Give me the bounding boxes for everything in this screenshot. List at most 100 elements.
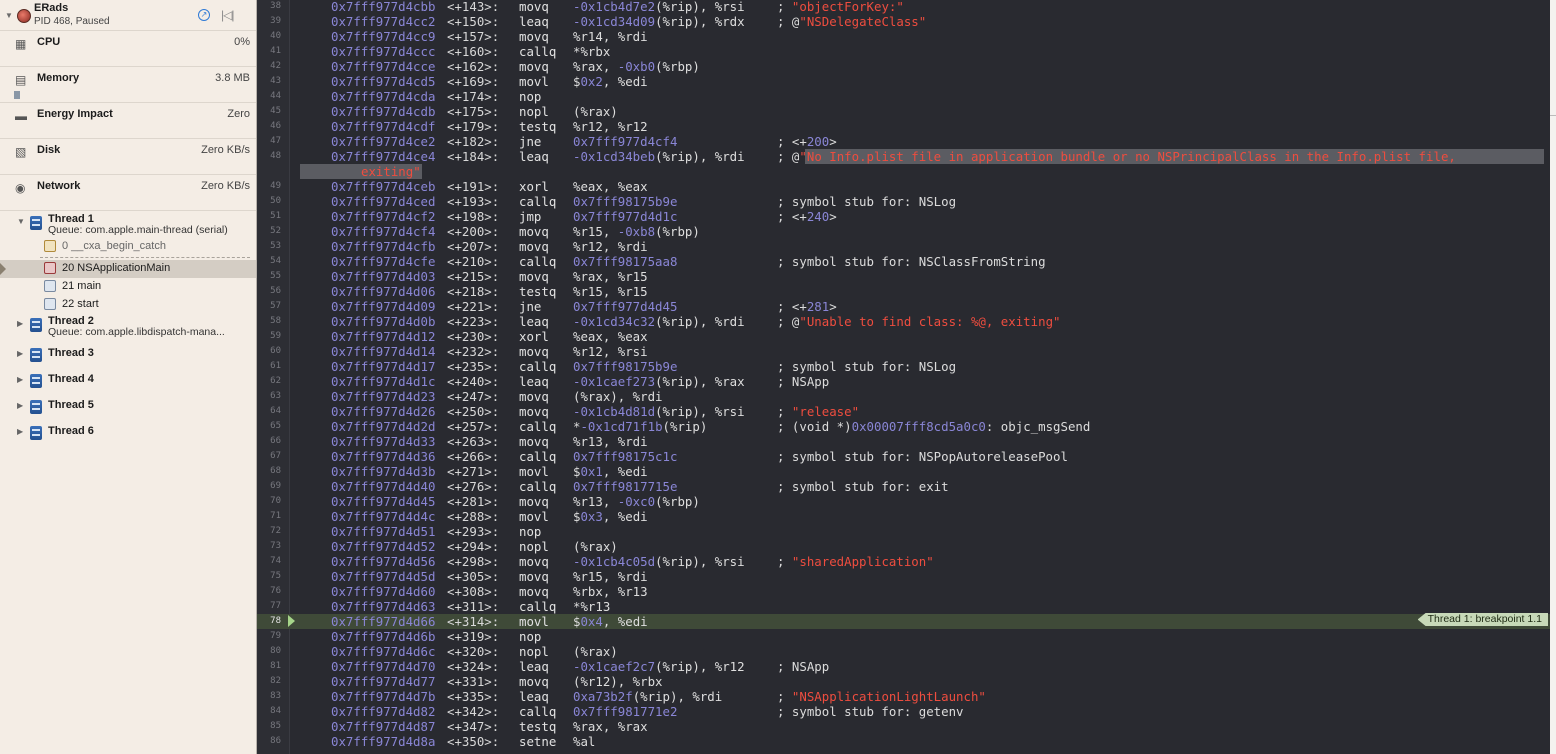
thread-2[interactable]: ▶ Thread 2 Queue: com.apple.libdispatch-… xyxy=(0,314,256,340)
asm-line[interactable]: 79 0x7fff977d4d6b <+319>: nop xyxy=(257,629,1556,644)
asm-line[interactable]: 59 0x7fff977d4d12 <+230>: xorl %eax, %eax xyxy=(257,329,1556,344)
instruction-offset: <+179>: xyxy=(447,119,500,134)
instruction-operands: %rax, %rax xyxy=(573,719,648,734)
split-view-icon[interactable]: |◁| xyxy=(221,8,235,22)
asm-line[interactable]: 76 0x7fff977d4d60 <+308>: movq %rbx, %r13 xyxy=(257,584,1556,599)
line-number: 74 xyxy=(270,556,281,566)
instruction-operands: (%rax) xyxy=(573,104,618,119)
asm-line[interactable]: 44 0x7fff977d4cda <+174>: nop xyxy=(257,89,1556,104)
asm-line[interactable]: 54 0x7fff977d4cfe <+210>: callq 0x7fff98175a… xyxy=(257,254,1556,269)
asm-line[interactable]: 42 0x7fff977d4cce <+162>: movq %rax, -0xb0(%… xyxy=(257,59,1556,74)
asm-line[interactable]: 64 0x7fff977d4d26 <+250>: movq -0x1cb4d81d(%… xyxy=(257,404,1556,419)
cpu-icon: ▦ xyxy=(15,37,27,51)
line-number: 54 xyxy=(270,256,281,266)
asm-line[interactable]: 75 0x7fff977d4d5d <+305>: movq %r15, %rdi xyxy=(257,569,1556,584)
asm-line[interactable]: 57 0x7fff977d4d09 <+221>: jne 0x7fff977d4d45… xyxy=(257,299,1556,314)
asm-line[interactable]: 77 0x7fff977d4d63 <+311>: callq *%r13 xyxy=(257,599,1556,614)
asm-line[interactable]: 41 0x7fff977d4ccc <+160>: callq *%rbx xyxy=(257,44,1556,59)
asm-line[interactable]: 58 0x7fff977d4d0b <+223>: leaq -0x1cd34c32(%… xyxy=(257,314,1556,329)
stack-frame-22[interactable]: 22 start xyxy=(0,296,256,314)
asm-line[interactable]: 49 0x7fff977d4ceb <+191>: xorl %eax, %eax xyxy=(257,179,1556,194)
gauge-network[interactable]: ◉ Network Zero KB/s xyxy=(0,174,256,211)
thread-4[interactable]: ▶ Thread 4 xyxy=(0,370,256,392)
asm-line[interactable]: 73 0x7fff977d4d52 <+294>: nopl (%rax) xyxy=(257,539,1556,554)
asm-line[interactable]: 74 0x7fff977d4d56 <+298>: movq -0x1cb4c05d(%… xyxy=(257,554,1556,569)
stack-frame-20[interactable]: 20 NSApplicationMain xyxy=(0,260,256,278)
line-number: 85 xyxy=(270,721,281,731)
gauge-disk[interactable]: ▧ Disk Zero KB/s xyxy=(0,138,256,175)
asm-line[interactable]: 38 0x7fff977d4cbb <+143>: movq -0x1cb4d7e2(%… xyxy=(257,0,1556,14)
asm-line[interactable]: 48 0x7fff977d4ce4 <+184>: leaq -0x1cd34beb(%… xyxy=(257,149,1556,164)
disclosure-triangle-icon[interactable]: ▶ xyxy=(17,349,23,358)
asm-line[interactable]: 84 0x7fff977d4d82 <+342>: callq 0x7fff981771… xyxy=(257,704,1556,719)
asm-line[interactable]: 65 0x7fff977d4d2d <+257>: callq *-0x1cd71f1b… xyxy=(257,419,1556,434)
asm-line[interactable]: 51 0x7fff977d4cf2 <+198>: jmp 0x7fff977d4d1c… xyxy=(257,209,1556,224)
instruction-mnemonic: nop xyxy=(519,629,542,644)
thread-1[interactable]: ▼ Thread 1 Queue: com.apple.main-thread … xyxy=(0,212,256,238)
instruction-address: 0x7fff977d4d0b xyxy=(331,314,436,329)
process-row[interactable]: ▼ ERads PID 468, Paused ↗ |◁| xyxy=(0,0,256,30)
thread-3[interactable]: ▶ Thread 3 xyxy=(0,344,256,366)
asm-line[interactable]: 50 0x7fff977d4ced <+193>: callq 0x7fff98175b… xyxy=(257,194,1556,209)
asm-line[interactable]: 56 0x7fff977d4d06 <+218>: testq %r15, %r15 xyxy=(257,284,1556,299)
disclosure-triangle-icon[interactable]: ▼ xyxy=(5,11,13,20)
asm-line[interactable]: 67 0x7fff977d4d36 <+266>: callq 0x7fff98175c… xyxy=(257,449,1556,464)
gauge-memory[interactable]: ▤ Memory 3.8 MB xyxy=(0,66,256,103)
asm-line-continuation[interactable]: exiting" xyxy=(257,164,1556,179)
asm-line[interactable]: 86 0x7fff977d4d8a <+350>: setne %al xyxy=(257,734,1556,749)
gauge-energy[interactable]: ▬ Energy Impact Zero xyxy=(0,102,256,139)
asm-line[interactable]: 46 0x7fff977d4cdf <+179>: testq %r12, %r12 xyxy=(257,119,1556,134)
instruction-operands: 0x7fff9817715e xyxy=(573,479,678,494)
asm-line[interactable]: 80 0x7fff977d4d6c <+320>: nopl (%rax) xyxy=(257,644,1556,659)
asm-line[interactable]: 66 0x7fff977d4d33 <+263>: movq %r13, %rdi xyxy=(257,434,1556,449)
asm-line[interactable]: 69 0x7fff977d4d40 <+276>: callq 0x7fff981771… xyxy=(257,479,1556,494)
disclosure-triangle-icon[interactable]: ▶ xyxy=(17,427,23,436)
instruction-operands: %r15, %rdi xyxy=(573,569,648,584)
asm-line[interactable]: 63 0x7fff977d4d23 <+247>: movq (%rax), %rdi xyxy=(257,389,1556,404)
asm-line[interactable]: 60 0x7fff977d4d14 <+232>: movq %r12, %rsi xyxy=(257,344,1556,359)
asm-line[interactable]: 83 0x7fff977d4d7b <+335>: leaq 0xa73b2f(%rip… xyxy=(257,689,1556,704)
asm-line[interactable]: 55 0x7fff977d4d03 <+215>: movq %rax, %r15 xyxy=(257,269,1556,284)
frame-label: 0 __cxa_begin_catch xyxy=(62,240,166,252)
instruction-offset: <+288>: xyxy=(447,509,500,524)
asm-line[interactable]: 81 0x7fff977d4d70 <+324>: leaq -0x1caef2c7(%… xyxy=(257,659,1556,674)
disclosure-triangle-icon[interactable]: ▶ xyxy=(17,401,23,410)
instruction-mnemonic: jne xyxy=(519,134,542,149)
asm-line[interactable]: 47 0x7fff977d4ce2 <+182>: jne 0x7fff977d4cf4… xyxy=(257,134,1556,149)
instruction-mnemonic: leaq xyxy=(519,374,549,389)
thread-6[interactable]: ▶ Thread 6 xyxy=(0,422,256,444)
asm-line[interactable]: 85 0x7fff977d4d87 <+347>: testq %rax, %rax xyxy=(257,719,1556,734)
thread-5[interactable]: ▶ Thread 5 xyxy=(0,396,256,418)
stack-frame-0[interactable]: 0 __cxa_begin_catch xyxy=(0,238,256,256)
asm-line[interactable]: 78 0x7fff977d4d66 <+314>: movl $0x4, %edi xyxy=(257,614,1556,629)
asm-line[interactable]: 68 0x7fff977d4d3b <+271>: movl $0x1, %edi xyxy=(257,464,1556,479)
asm-line[interactable]: 45 0x7fff977d4cdb <+175>: nopl (%rax) xyxy=(257,104,1556,119)
asm-line[interactable]: 52 0x7fff977d4cf4 <+200>: movq %r15, -0xb8(%… xyxy=(257,224,1556,239)
instruction-address: 0x7fff977d4d82 xyxy=(331,704,436,719)
asm-line[interactable]: 43 0x7fff977d4cd5 <+169>: movl $0x2, %edi xyxy=(257,74,1556,89)
instruction-address: 0x7fff977d4ce2 xyxy=(331,134,436,149)
asm-line[interactable]: 62 0x7fff977d4d1c <+240>: leaq -0x1caef273(%… xyxy=(257,374,1556,389)
instruction-address: 0x7fff977d4d6b xyxy=(331,629,436,644)
disclosure-triangle-icon[interactable]: ▶ xyxy=(17,375,23,384)
line-number: 82 xyxy=(270,676,281,686)
asm-line[interactable]: 53 0x7fff977d4cfb <+207>: movq %r12, %rdi xyxy=(257,239,1556,254)
user-frame-icon xyxy=(44,280,56,292)
instruction-offset: <+160>: xyxy=(447,44,500,59)
line-number: 38 xyxy=(270,1,281,11)
asm-line[interactable]: 71 0x7fff977d4d4c <+288>: movl $0x3, %edi xyxy=(257,509,1556,524)
disclosure-triangle-icon[interactable]: ▼ xyxy=(17,217,25,226)
stack-frame-21[interactable]: 21 main xyxy=(0,278,256,296)
asm-line[interactable]: 72 0x7fff977d4d51 <+293>: nop xyxy=(257,524,1556,539)
disassembly-editor[interactable]: 38 0x7fff977d4cbb <+143>: movq -0x1cb4d7e2(%… xyxy=(257,0,1556,754)
instruction-pointer-icon[interactable] xyxy=(288,615,295,627)
process-view-options-icon[interactable]: ↗ xyxy=(198,9,210,21)
instruction-offset: <+198>: xyxy=(447,209,500,224)
gauge-cpu[interactable]: ▦ CPU 0% xyxy=(0,30,256,67)
asm-line[interactable]: 39 0x7fff977d4cc2 <+150>: leaq -0x1cd34d09(%… xyxy=(257,14,1556,29)
asm-line[interactable]: 82 0x7fff977d4d77 <+331>: movq (%r12), %rbx xyxy=(257,674,1556,689)
disclosure-triangle-icon[interactable]: ▶ xyxy=(17,319,23,328)
asm-line[interactable]: 61 0x7fff977d4d17 <+235>: callq 0x7fff98175b… xyxy=(257,359,1556,374)
asm-line[interactable]: 70 0x7fff977d4d45 <+281>: movq %r13, -0xc0(%… xyxy=(257,494,1556,509)
asm-line[interactable]: 40 0x7fff977d4cc9 <+157>: movq %r14, %rdi xyxy=(257,29,1556,44)
